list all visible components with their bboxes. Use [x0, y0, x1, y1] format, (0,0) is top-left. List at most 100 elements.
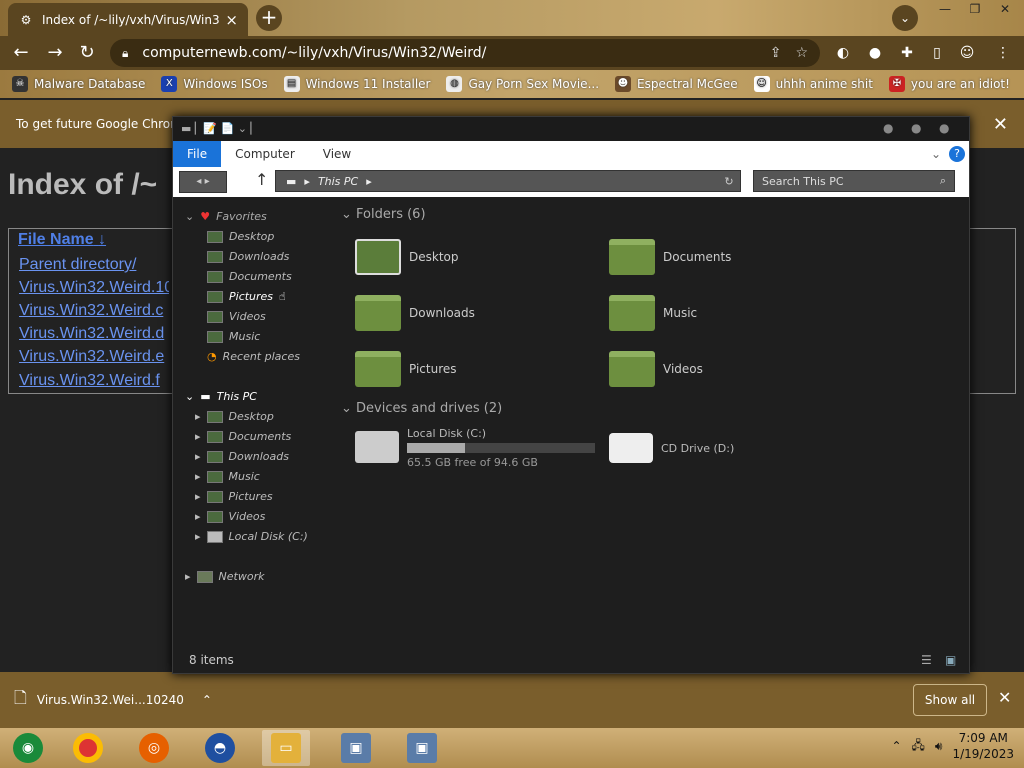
show-hidden-icons-icon[interactable]: ⌃ [891, 739, 901, 753]
folder-videos[interactable]: Videos [609, 351, 703, 387]
folder-desktop[interactable]: Desktop [355, 239, 459, 275]
nav-pc-pictures[interactable]: ▸ Pictures [195, 490, 273, 503]
taskbar-explorer[interactable]: ▭ [262, 730, 310, 766]
folder-music[interactable]: Music [609, 295, 697, 331]
bookmark-item[interactable]: ✠ you are an idiot! [888, 76, 1010, 92]
explorer-window[interactable]: ▬ ▏📝 📄 ⌄ ▏ ● ● ● File Computer View ⌄ ? … [172, 116, 970, 674]
bookmark-item[interactable]: ◍ Gay Porn Sex Movie... [446, 76, 599, 92]
breadcrumb-this-pc[interactable]: This PC [318, 175, 358, 188]
nav-this-pc[interactable]: ⌄ ▬ This PC [185, 390, 257, 403]
back-button[interactable]: ← [8, 40, 34, 66]
close-explorer-button[interactable]: ● [939, 121, 949, 135]
nav-pc-documents[interactable]: ▸ Documents [195, 430, 291, 443]
start-button[interactable]: ◉ [4, 730, 52, 766]
folders-group-header[interactable]: ⌄ Folders (6) [341, 207, 426, 222]
file-link[interactable]: Virus.Win32.Weird.c [19, 302, 169, 320]
folder-pictures[interactable]: Pictures [355, 351, 457, 387]
bookmark-item[interactable]: X Windows ISOs [161, 76, 268, 92]
menu-kebab-icon[interactable]: ⋮ [994, 44, 1012, 62]
new-tab-button[interactable]: + [256, 5, 282, 31]
documents-icon [207, 270, 223, 283]
drive-c[interactable]: Local Disk (C:) 65.5 GB free of 94.6 GB [355, 427, 595, 469]
file-link[interactable]: Virus.Win32.Weird.d [19, 325, 169, 343]
nav-pc-music[interactable]: ▸ Music [195, 470, 260, 483]
file-link[interactable]: Virus.Win32.Weird.f [19, 372, 169, 390]
tab-close-icon[interactable]: × [225, 11, 238, 29]
nav-pc-downloads[interactable]: ▸ Downloads [195, 450, 289, 463]
maximize-explorer-button[interactable]: ● [911, 121, 921, 135]
nav-fav-videos[interactable]: Videos [207, 310, 266, 323]
nav-pc-local-disk[interactable]: ▸ Local Disk (C:) [195, 530, 308, 543]
close-window-button[interactable]: ✕ [992, 0, 1018, 18]
file-link[interactable]: Virus.Win32.Weird.10 [19, 279, 169, 297]
nav-network[interactable]: ▸ Network [185, 570, 264, 583]
volume-icon[interactable]: 🔊︎ [935, 739, 943, 754]
clock[interactable]: 7:09 AM 1/19/2023 [952, 730, 1014, 762]
tab-view[interactable]: View [309, 141, 365, 167]
taskbar-program[interactable]: ▣ [398, 730, 446, 766]
bookmark-item[interactable]: ▤ Windows 11 Installer [283, 76, 430, 92]
extensions-puzzle-icon[interactable]: ✚ [898, 44, 916, 62]
chevron-down-icon[interactable]: ⌄ [931, 147, 949, 161]
minimize-explorer-button[interactable]: ● [883, 121, 893, 135]
search-icon[interactable]: ⌕ [932, 174, 954, 188]
nav-fav-recent[interactable]: ◔ Recent places [207, 350, 300, 363]
nav-fav-downloads[interactable]: Downloads [207, 250, 289, 263]
taskbar-firefox[interactable]: ◎ [130, 730, 178, 766]
extension-avatar-icon[interactable]: ● [866, 44, 884, 62]
refresh-icon[interactable]: ↻ [718, 175, 740, 188]
taskbar: ◉ ◎ ◓ ▭ ▣ ▣ ⌃ 🖧︎ 🔊︎ 7:09 AM 1/19/2023 [0, 728, 1024, 768]
bookmark-item[interactable]: ☻ Espectral McGee [615, 76, 738, 92]
nav-fav-desktop[interactable]: Desktop [207, 230, 274, 243]
explorer-title-bar[interactable]: ▬ ▏📝 📄 ⌄ ▏ ● ● ● [173, 117, 969, 141]
tab-computer[interactable]: Computer [221, 141, 309, 167]
bookmark-item[interactable]: ☠ Malware Database [12, 76, 145, 92]
network-icon[interactable]: 🖧︎ [912, 736, 925, 757]
folder-downloads[interactable]: Downloads [355, 295, 475, 331]
download-item[interactable]: 🗋 Virus.Win32.Wei...10240 ⌃ [14, 684, 224, 716]
chevron-up-icon[interactable]: ⌃ [202, 693, 212, 707]
minimize-button[interactable]: — [932, 0, 958, 18]
show-all-button[interactable]: Show all [913, 684, 987, 716]
download-shelf-close-icon[interactable]: ✕ [998, 688, 1011, 707]
back-forward-buttons[interactable]: ◂ ▸ [179, 171, 227, 193]
tab-favicon: ⚙ [20, 12, 32, 27]
nav-fav-music[interactable]: Music [207, 330, 260, 343]
large-icons-view-icon[interactable]: ▣ [945, 653, 956, 667]
search-box[interactable]: Search This PC ⌕ [753, 170, 955, 192]
file-link[interactable]: Virus.Win32.Weird.e [19, 348, 169, 366]
reload-button[interactable]: ↻ [74, 40, 100, 66]
taskbar-program[interactable]: ▣ [332, 730, 380, 766]
forward-button[interactable]: → [42, 40, 68, 66]
drives-group-header[interactable]: ⌄ Devices and drives (2) [341, 401, 502, 416]
breadcrumb[interactable]: ▬ ▸ This PC ▸ ↻ [275, 170, 741, 192]
profile-avatar-icon[interactable]: ☺ [958, 44, 976, 62]
up-arrow-icon[interactable]: ↑ [255, 170, 268, 189]
side-panel-icon[interactable]: ▯ [928, 44, 946, 62]
chrome-icon [73, 733, 103, 763]
parent-directory-link[interactable]: Parent directory/ [19, 256, 169, 274]
bookmark-star-icon[interactable]: ☆ [795, 45, 808, 61]
help-icon[interactable]: ? [949, 146, 965, 162]
taskbar-app[interactable]: ◓ [196, 730, 244, 766]
extension-icon[interactable]: ◐ [834, 44, 852, 62]
nav-fav-documents[interactable]: Documents [207, 270, 292, 283]
address-bar[interactable]: 🔒︎ computernewb.com/~lily/vxh/Virus/Win3… [110, 39, 820, 67]
browser-tab[interactable]: ⚙ Index of /~lily/vxh/Virus/Win32/Weird/… [8, 3, 248, 36]
taskbar-chrome[interactable] [64, 730, 112, 766]
nav-favorites[interactable]: ⌄ ♥ Favorites [185, 210, 267, 223]
info-bar-text: To get future Google Chrom [16, 117, 182, 131]
share-icon[interactable]: ⇪ [770, 45, 782, 61]
tab-search-button[interactable]: ⌄ [892, 5, 918, 31]
file-name-header[interactable]: File Name ↓ [18, 231, 106, 249]
nav-pc-desktop[interactable]: ▸ Desktop [195, 410, 274, 423]
drive-d[interactable]: CD Drive (D:) [609, 433, 734, 463]
nav-pc-videos[interactable]: ▸ Videos [195, 510, 265, 523]
tab-file[interactable]: File [173, 141, 222, 167]
details-view-icon[interactable]: ☰ [921, 653, 932, 667]
restore-button[interactable]: ❐ [962, 0, 988, 18]
bookmark-item[interactable]: ☺ uhhh anime shit [753, 76, 873, 92]
nav-fav-pictures[interactable]: Pictures ☝ [207, 290, 286, 303]
folder-documents[interactable]: Documents [609, 239, 731, 275]
info-bar-close-icon[interactable]: ✕ [993, 114, 1008, 135]
